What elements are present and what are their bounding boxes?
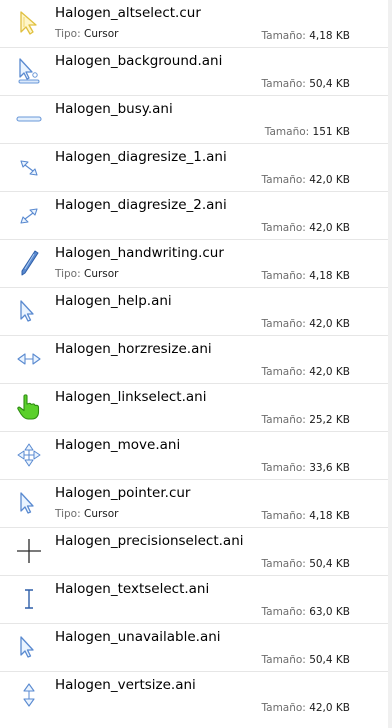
file-row[interactable]: Halogen_precisionselect.ani Tamaño: 50,4…: [0, 528, 392, 576]
file-size: Tamaño: 42,0 KB: [261, 318, 350, 330]
file-name: Halogen_textselect.ani: [55, 581, 210, 597]
file-name: Halogen_linkselect.ani: [55, 389, 207, 405]
file-size: Tamaño: 4,18 KB: [261, 30, 350, 42]
background-cursor-icon: [15, 57, 43, 85]
file-size: Tamaño: 33,6 KB: [261, 462, 350, 474]
file-row[interactable]: Halogen_horzresize.ani Tamaño: 42,0 KB: [0, 336, 392, 384]
file-name: Halogen_busy.ani: [55, 101, 173, 117]
handwriting-pen-icon: [15, 249, 43, 277]
file-size: Tamaño: 25,2 KB: [261, 414, 350, 426]
file-name: Halogen_background.ani: [55, 53, 223, 69]
file-row[interactable]: Halogen_linkselect.ani Tamaño: 25,2 KB: [0, 384, 392, 432]
vertical-resize-icon: [15, 681, 43, 709]
file-size: Tamaño: 63,0 KB: [261, 606, 350, 618]
file-name: Halogen_altselect.cur: [55, 5, 201, 21]
busy-cursor-icon: [15, 105, 43, 133]
file-row[interactable]: Halogen_altselect.cur Tipo: Cursor Tamañ…: [0, 0, 392, 48]
file-row[interactable]: Halogen_diagresize_1.ani Tamaño: 42,0 KB: [0, 144, 392, 192]
file-row[interactable]: Halogen_unavailable.ani Tamaño: 50,4 KB: [0, 624, 392, 672]
file-type: Tipo: Cursor: [55, 508, 119, 520]
pointer-cursor-icon: [15, 489, 43, 517]
file-row[interactable]: Halogen_diagresize_2.ani Tamaño: 42,0 KB: [0, 192, 392, 240]
file-size: Tamaño: 151 KB: [264, 126, 350, 138]
file-row[interactable]: Halogen_pointer.cur Tipo: Cursor Tamaño:…: [0, 480, 392, 528]
file-row[interactable]: Halogen_handwriting.cur Tipo: Cursor Tam…: [0, 240, 392, 288]
diagonal-resize-1-icon: [15, 153, 43, 181]
file-name: Halogen_precisionselect.ani: [55, 533, 244, 549]
diagonal-resize-2-icon: [15, 201, 43, 229]
file-size: Tamaño: 42,0 KB: [261, 174, 350, 186]
file-row[interactable]: Halogen_move.ani Tamaño: 33,6 KB: [0, 432, 392, 480]
file-name: Halogen_help.ani: [55, 293, 172, 309]
file-size: Tamaño: 42,0 KB: [261, 222, 350, 234]
file-row[interactable]: Halogen_textselect.ani Tamaño: 63,0 KB: [0, 576, 392, 624]
file-type: Tipo: Cursor: [55, 28, 119, 40]
file-name: Halogen_diagresize_1.ani: [55, 149, 227, 165]
file-size: Tamaño: 4,18 KB: [261, 270, 350, 282]
file-name: Halogen_pointer.cur: [55, 485, 191, 501]
file-list: Halogen_altselect.cur Tipo: Cursor Tamañ…: [0, 0, 392, 719]
scrollbar[interactable]: [388, 0, 392, 728]
file-row[interactable]: Halogen_background.ani Tamaño: 50,4 KB: [0, 48, 392, 96]
file-row[interactable]: Halogen_busy.ani Tamaño: 151 KB: [0, 96, 392, 144]
file-size: Tamaño: 4,18 KB: [261, 510, 350, 522]
file-row[interactable]: Halogen_vertsize.ani Tamaño: 42,0 KB: [0, 672, 392, 719]
file-type: Tipo: Cursor: [55, 268, 119, 280]
file-name: Halogen_vertsize.ani: [55, 677, 196, 693]
text-ibeam-icon: [15, 585, 43, 613]
move-cursor-icon: [15, 441, 43, 469]
file-row[interactable]: Halogen_help.ani Tamaño: 42,0 KB: [0, 288, 392, 336]
file-size: Tamaño: 50,4 KB: [261, 654, 350, 666]
help-cursor-icon: [15, 297, 43, 325]
file-name: Halogen_handwriting.cur: [55, 245, 224, 261]
alt-select-cursor-icon: [15, 9, 43, 37]
hand-link-select-icon: [15, 393, 43, 421]
unavailable-cursor-icon: [15, 633, 43, 661]
file-name: Halogen_move.ani: [55, 437, 181, 453]
file-size: Tamaño: 50,4 KB: [261, 78, 350, 90]
file-size: Tamaño: 42,0 KB: [261, 366, 350, 378]
file-size: Tamaño: 42,0 KB: [261, 702, 350, 714]
file-size: Tamaño: 50,4 KB: [261, 558, 350, 570]
precision-crosshair-icon: [15, 537, 43, 565]
file-name: Halogen_horzresize.ani: [55, 341, 212, 357]
file-name: Halogen_diagresize_2.ani: [55, 197, 227, 213]
horizontal-resize-icon: [15, 345, 43, 373]
file-name: Halogen_unavailable.ani: [55, 629, 221, 645]
